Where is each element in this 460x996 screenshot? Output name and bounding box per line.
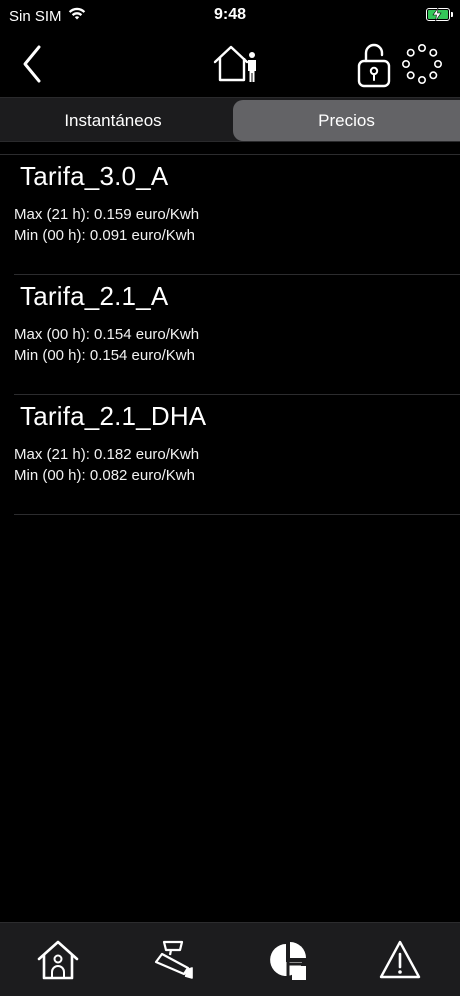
charging-bolt-icon	[432, 8, 442, 21]
tab-camera[interactable]	[144, 935, 204, 985]
tariff-item[interactable]: Tarifa_2.1_DHA Max (21 h): 0.182 euro/Kw…	[14, 395, 460, 515]
bottom-tab-bar	[0, 922, 460, 996]
tariff-item[interactable]: Tarifa_2.1_A Max (00 h): 0.154 euro/Kwh …	[14, 275, 460, 395]
status-time: 9:48	[213, 6, 247, 23]
tariff-max-price: Max (21 h): 0.182 euro/Kwh	[14, 446, 200, 463]
home-user-button[interactable]	[208, 40, 264, 88]
tariff-max-price: Max (21 h): 0.159 euro/Kwh	[14, 206, 200, 223]
tariff-name: Tarifa_2.1_A	[20, 281, 169, 311]
tab-home[interactable]	[28, 935, 88, 985]
tariff-list: Tarifa_3.0_A Max (21 h): 0.159 euro/Kwh …	[0, 154, 460, 515]
tab-consumption[interactable]	[258, 935, 318, 985]
status-bar: Sin SIM 9:48	[0, 0, 460, 34]
tariff-min-price: Min (00 h): 0.091 euro/Kwh	[14, 227, 195, 244]
tariff-item[interactable]: Tarifa_3.0_A Max (21 h): 0.159 euro/Kwh …	[14, 155, 460, 275]
tariff-max-price: Max (00 h): 0.154 euro/Kwh	[14, 326, 200, 343]
segmented-control: Instantáneos Precios	[0, 97, 460, 142]
home-user-icon	[213, 45, 256, 82]
tariff-name: Tarifa_3.0_A	[20, 161, 169, 191]
house-icon	[37, 940, 79, 980]
back-chevron-icon	[23, 45, 41, 83]
loading-spinner-icon	[402, 44, 442, 84]
tab-instantaneos[interactable]: Instantáneos	[0, 100, 226, 141]
security-camera-icon	[154, 940, 193, 979]
tariff-min-price: Min (00 h): 0.154 euro/Kwh	[14, 347, 195, 364]
navigation-bar	[0, 34, 460, 94]
battery-charging-icon	[426, 8, 453, 21]
tab-precios[interactable]: Precios	[233, 100, 460, 141]
pie-chart-icon	[270, 942, 310, 982]
unlocked-padlock-icon	[357, 43, 391, 88]
back-button[interactable]	[14, 42, 50, 86]
warning-icon	[379, 940, 421, 979]
lock-button[interactable]	[352, 40, 396, 90]
tariff-name: Tarifa_2.1_DHA	[20, 401, 207, 431]
sync-button[interactable]	[400, 42, 444, 86]
tariff-min-price: Min (00 h): 0.082 euro/Kwh	[14, 467, 195, 484]
tab-alerts[interactable]	[370, 935, 430, 985]
